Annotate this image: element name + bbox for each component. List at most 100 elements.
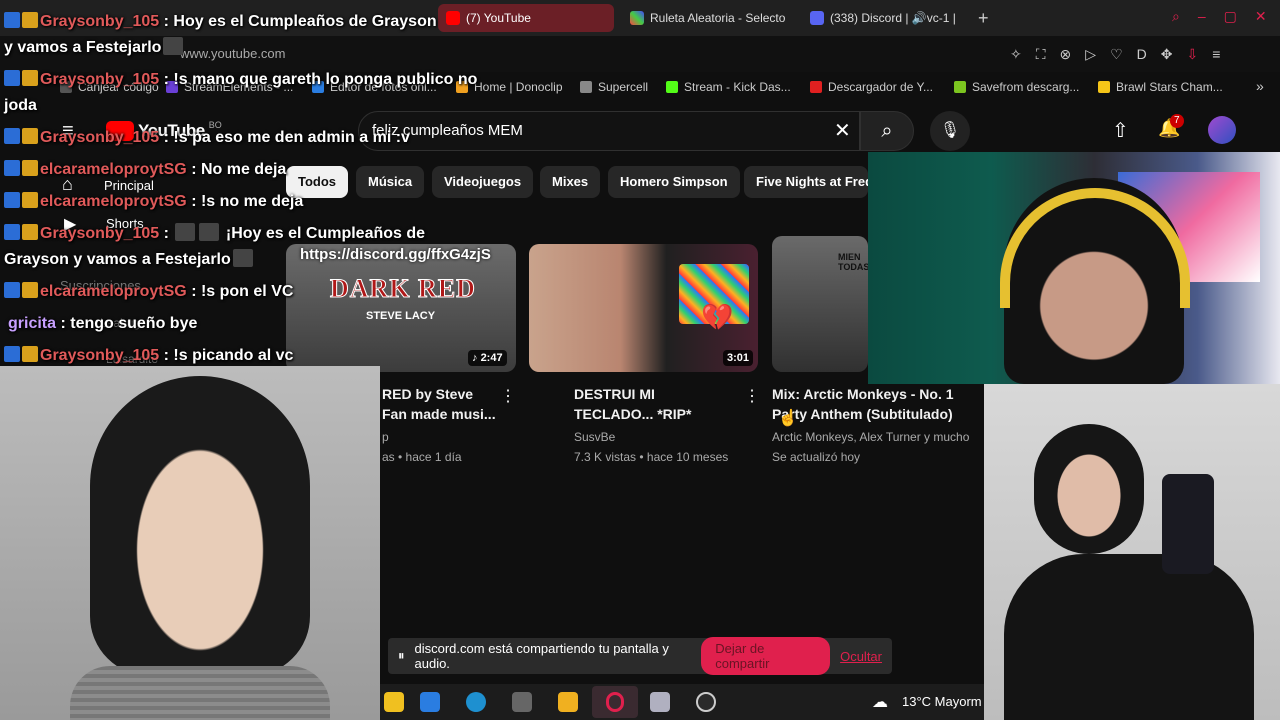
- bookmark-label: Savefrom descarg...: [972, 80, 1080, 94]
- chip-five-nights[interactable]: Five Nights at Fredd: [744, 166, 868, 198]
- video-meta: 7.3 K vistas • hace 10 meses: [574, 450, 729, 464]
- screen-share-banner: ⏸ discord.com está compartiendo tu panta…: [388, 637, 892, 675]
- hide-banner-link[interactable]: Ocultar: [840, 649, 882, 664]
- chat-message: : tengo sueño bye: [60, 315, 198, 332]
- verified-badge-icon: [4, 160, 20, 176]
- obs-icon[interactable]: [696, 692, 716, 712]
- weather-text[interactable]: 13°C Mayorm: [902, 694, 984, 709]
- avatar[interactable]: [1208, 116, 1236, 144]
- chat-line: Graysonby_105 : !s mano que gareth lo po…: [4, 68, 524, 92]
- minimize-icon[interactable]: –: [1198, 8, 1206, 25]
- chat-line: Grayson y vamos a Festejarlo: [4, 248, 524, 272]
- menu-icon[interactable]: ≡: [1212, 46, 1220, 63]
- chat-username: Graysonby_105: [40, 225, 160, 242]
- new-tab-icon[interactable]: +: [978, 8, 989, 29]
- chat-line: y vamos a Festejarlo: [4, 36, 524, 60]
- close-window-icon[interactable]: ✕: [1255, 8, 1267, 25]
- title-line: Party Anthem (Subtitulado): [772, 406, 953, 422]
- tab-discord[interactable]: (338) Discord | 🔊vc-1 |: [802, 4, 972, 32]
- edge-icon[interactable]: [466, 692, 486, 712]
- video-title[interactable]: DESTRUI MI TECLADO... *RIP*: [574, 384, 691, 424]
- store-icon[interactable]: [420, 692, 440, 712]
- clear-search-icon[interactable]: ✕: [834, 118, 851, 143]
- bookmark-icon: [580, 81, 592, 93]
- puzzle-icon[interactable]: ✥: [1161, 46, 1173, 63]
- microphone-icon: 🎙: [939, 122, 961, 139]
- tab-ruleta[interactable]: Ruleta Aleatoria - Selecto: [622, 4, 790, 32]
- video-thumbnail[interactable]: 💔 3:01: [529, 244, 758, 372]
- bookmark-icon: [954, 81, 966, 93]
- crown-badge-icon: [22, 70, 38, 86]
- bookmark-star-icon[interactable]: ✧: [1010, 46, 1022, 63]
- share-status-text: discord.com está compartiendo tu pantall…: [414, 641, 669, 671]
- chat-message: joda: [4, 97, 37, 114]
- chat-username: elcarameloproytSG: [40, 283, 187, 300]
- verified-badge-icon: [4, 192, 20, 208]
- title-line: Mix: Arctic Monkeys - No. 1: [772, 386, 954, 402]
- channel-name[interactable]: Arctic Monkeys, Alex Turner y mucho: [772, 428, 984, 446]
- channel-name[interactable]: p: [382, 428, 389, 446]
- maximize-icon[interactable]: ▢: [1224, 8, 1237, 25]
- verified-badge-icon: [4, 224, 20, 240]
- bookmark-item[interactable]: Descargador de Y...: [810, 78, 933, 96]
- chat-line: joda: [4, 94, 524, 118]
- bookmark-item[interactable]: Savefrom descarg...: [954, 78, 1079, 96]
- video-title[interactable]: RED by Steve Fan made musi...: [382, 384, 500, 424]
- microphone-app-icon[interactable]: [512, 692, 532, 712]
- opera-taskbar-active[interactable]: [592, 686, 638, 718]
- cursor-hand-icon: ☝: [778, 410, 798, 427]
- video-meta: Se actualizó hoy: [772, 450, 861, 464]
- chat-line: Graysonby_105 : !s pa eso me den admin a…: [4, 126, 524, 150]
- chat-line: Graysonby_105 : Hoy es el Cumpleaños de …: [4, 10, 524, 34]
- taskbar-app-icon[interactable]: [384, 692, 404, 712]
- title-line: Fan made musi...: [382, 406, 496, 422]
- file-explorer-icon[interactable]: [558, 692, 578, 712]
- striped-shirt-image: [70, 666, 330, 720]
- video-meta: as • hace 1 día: [382, 450, 462, 464]
- chat-line: Graysonby_105 : ¡Hoy es el Cumpleaños de: [4, 222, 524, 246]
- bookmark-item[interactable]: Stream - Kick Das...: [666, 78, 791, 96]
- chip-mixes[interactable]: Mixes: [540, 166, 601, 198]
- chat-message: Grayson y vamos a Festejarlo: [4, 251, 231, 268]
- chat-line: elcarameloproytSG : No me deja: [4, 158, 524, 182]
- title-line: TECLADO... *RIP*: [574, 406, 692, 422]
- extension-d-icon[interactable]: D: [1137, 46, 1147, 63]
- bookmark-label: Descargador de Y...: [828, 80, 933, 94]
- bookmark-item[interactable]: Supercell: [580, 78, 648, 96]
- stop-sharing-button[interactable]: Dejar de compartir: [701, 637, 831, 675]
- chat-username: Graysonby_105: [40, 129, 160, 146]
- heart-icon[interactable]: ♡: [1110, 46, 1123, 63]
- more-options-icon[interactable]: ⋮: [500, 386, 516, 406]
- chat-message: :: [163, 225, 169, 242]
- chat-username: Graysonby_105: [40, 71, 160, 88]
- chat-username: elcarameloproytSG: [40, 193, 187, 210]
- video-thumbnail[interactable]: MIEN TODAS: [772, 236, 868, 372]
- chat-line: elcarameloproytSG : !s pon el VC: [4, 280, 524, 304]
- verified-badge-icon: [4, 128, 20, 144]
- search-icon: ⌕: [881, 120, 893, 142]
- adblock-icon[interactable]: ⊗: [1060, 46, 1072, 63]
- app-icon[interactable]: [650, 692, 670, 712]
- webcam-streamer: [868, 152, 1280, 384]
- window-controls: ⌕ – ▢ ✕: [1172, 8, 1272, 25]
- ruleta-favicon-icon: [630, 11, 644, 25]
- voice-search-button[interactable]: 🎙: [930, 111, 970, 151]
- play-icon[interactable]: ▷: [1085, 46, 1096, 63]
- bookmark-label: Stream - Kick Das...: [684, 80, 791, 94]
- bookmark-item[interactable]: Brawl Stars Cham...: [1098, 78, 1223, 96]
- pause-icon: ⏸: [398, 648, 405, 663]
- search-button[interactable]: ⌕: [860, 111, 914, 151]
- upload-icon[interactable]: ⇧: [1112, 118, 1129, 143]
- verified-badge-icon: [4, 346, 20, 362]
- more-bookmarks-icon[interactable]: »: [1256, 78, 1264, 94]
- chip-homero-simpson[interactable]: Homero Simpson: [608, 166, 740, 198]
- crown-badge-icon: [22, 224, 38, 240]
- crown-badge-icon: [22, 346, 38, 362]
- crown-badge-icon: [22, 160, 38, 176]
- screenshot-icon[interactable]: ⛶: [1036, 46, 1046, 63]
- download-icon[interactable]: ⇩: [1186, 46, 1198, 63]
- search-tabs-icon[interactable]: ⌕: [1172, 8, 1180, 25]
- video-title[interactable]: Mix: Arctic Monkeys - No. 1 Party Anthem …: [772, 384, 984, 424]
- channel-name[interactable]: SusvBe: [574, 428, 615, 446]
- more-options-icon[interactable]: ⋮: [744, 386, 760, 406]
